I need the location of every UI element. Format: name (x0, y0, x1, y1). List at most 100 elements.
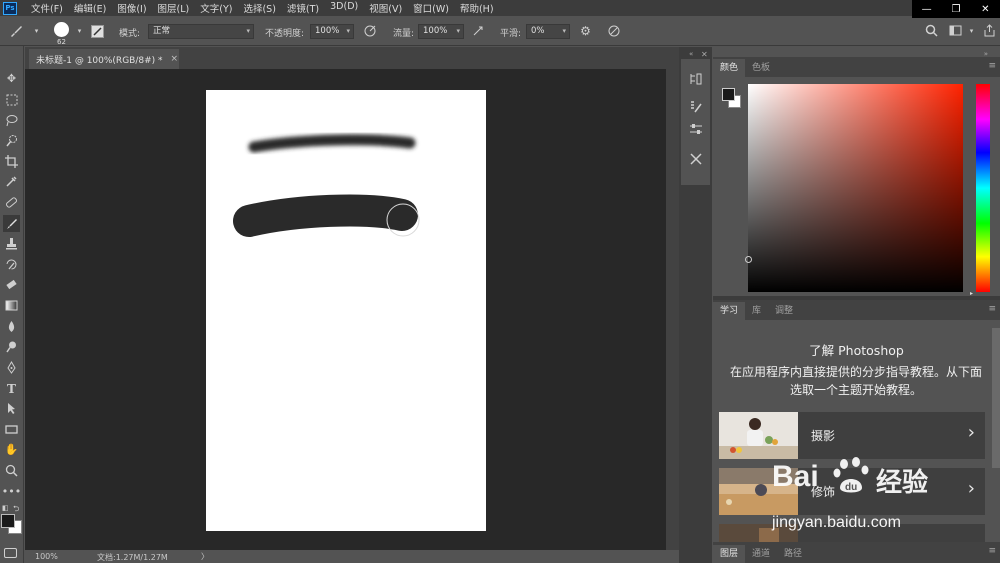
smoothing-field[interactable]: 0% ▾ (526, 24, 570, 39)
canvas-area[interactable] (25, 69, 666, 550)
layers-panel: 图层 通道 路径 ≡ (713, 542, 1000, 563)
minimize-button[interactable]: — (912, 0, 941, 18)
tab-adjustments[interactable]: 调整 (768, 302, 800, 320)
tool-presets-icon[interactable] (688, 151, 704, 167)
quick-mask-icon[interactable] (4, 548, 17, 558)
share-icon[interactable] (982, 24, 997, 39)
chevron-down-icon: ▾ (246, 27, 250, 35)
search-icon[interactable] (924, 24, 939, 39)
history-panel-icon[interactable] (688, 71, 704, 87)
foreground-color-swatch[interactable] (1, 514, 15, 528)
rectangle-tool-icon[interactable] (3, 421, 20, 438)
menu-view[interactable]: 视图(V) (369, 1, 402, 15)
retouch-card-title: 修饰 (811, 485, 836, 499)
restore-button[interactable]: ❐ (941, 0, 970, 18)
tab-color[interactable]: 颜色 (713, 59, 746, 77)
panel-menu-icon[interactable]: ≡ (988, 61, 996, 71)
tab-libraries[interactable]: 库 (745, 302, 768, 320)
document-canvas[interactable] (206, 90, 486, 531)
close-tab-icon[interactable]: × (171, 54, 179, 64)
menu-layer[interactable]: 图层(L) (158, 1, 190, 15)
brush-tool-icon[interactable] (3, 215, 20, 232)
healing-brush-tool-icon[interactable] (3, 194, 20, 211)
menu-select[interactable]: 选择(S) (243, 1, 275, 15)
collapse-icon[interactable]: « (689, 50, 693, 58)
menu-filter[interactable]: 滤镜(T) (287, 1, 319, 15)
menu-file[interactable]: 文件(F) (31, 1, 63, 15)
panel-menu-icon[interactable]: ≡ (988, 304, 996, 314)
adjustments-sliders-icon[interactable] (688, 121, 704, 137)
menu-3d[interactable]: 3D(D) (330, 1, 358, 15)
menu-window[interactable]: 窗口(W) (413, 1, 449, 15)
marquee-tool-icon[interactable] (3, 91, 20, 108)
tab-layers[interactable]: 图层 (713, 545, 746, 563)
document-tab[interactable]: 未标题-1 @ 100%(RGB/8#) * × (29, 49, 179, 69)
pressure-size-icon[interactable] (606, 24, 621, 39)
default-colors-icon[interactable]: ◧ (2, 504, 9, 512)
mode-value: 正常 (153, 26, 171, 36)
learn-panel-scrollbar[interactable] (992, 328, 1000, 468)
tab-channels[interactable]: 通道 (745, 545, 777, 563)
airbrush-icon[interactable] (470, 24, 485, 39)
workspace-icon[interactable] (948, 24, 963, 39)
vertical-scrollbar[interactable] (666, 69, 679, 550)
brush-size-label: 62 (57, 38, 66, 46)
photography-card-title: 摄影 (811, 429, 836, 443)
quick-selection-tool-icon[interactable] (3, 132, 20, 149)
path-selection-tool-icon[interactable] (3, 400, 20, 417)
dodge-tool-icon[interactable] (3, 338, 20, 355)
blur-tool-icon[interactable] (3, 318, 20, 335)
close-icon[interactable]: ✕ (701, 50, 708, 59)
learn-card-photography[interactable]: 摄影 › (719, 412, 985, 459)
zoom-tool-icon[interactable] (3, 462, 20, 479)
learn-card-partial[interactable] (719, 524, 985, 542)
status-menu-arrow[interactable]: 〉 (201, 551, 209, 562)
brush-settings-icon[interactable] (688, 99, 704, 115)
zoom-level[interactable]: 100% (35, 552, 58, 561)
color-panel-tabs: 颜色 色板 ≡ (713, 57, 1000, 77)
mode-select[interactable]: 正常 ▾ (148, 24, 254, 39)
brush-preview[interactable] (54, 22, 69, 37)
type-tool-icon[interactable]: T (3, 380, 20, 397)
more-tools-icon[interactable]: ••• (2, 483, 21, 500)
hue-slider[interactable] (976, 84, 990, 292)
gear-icon[interactable]: ⚙ (578, 24, 593, 39)
learn-card-retouch[interactable]: 修饰 › (719, 468, 985, 515)
hand-tool-icon[interactable]: ✋ (3, 441, 20, 458)
document-tab-bar: 未标题-1 @ 100%(RGB/8#) * × (25, 47, 679, 69)
menu-items: 文件(F) 编辑(E) 图像(I) 图层(L) 文字(Y) 选择(S) 滤镜(T… (31, 1, 505, 15)
tab-swatches[interactable]: 色板 (745, 59, 777, 77)
tool-preset-dropdown-icon[interactable]: ▾ (29, 24, 44, 39)
soft-brush-stroke (248, 134, 416, 153)
brush-tool-icon[interactable] (8, 24, 23, 39)
eraser-tool-icon[interactable] (3, 276, 20, 293)
tab-learn[interactable]: 学习 (713, 302, 746, 320)
move-tool-icon[interactable]: ✥ (3, 70, 20, 87)
panel-menu-icon[interactable]: ≡ (988, 546, 996, 556)
gradient-tool-icon[interactable] (3, 297, 20, 314)
menu-image[interactable]: 图像(I) (117, 1, 146, 15)
clone-stamp-tool-icon[interactable] (3, 235, 20, 252)
history-brush-tool-icon[interactable] (3, 256, 20, 273)
saturation-value-picker[interactable] (745, 84, 963, 292)
eyedropper-tool-icon[interactable] (3, 173, 20, 190)
crop-tool-icon[interactable] (3, 153, 20, 170)
menu-help[interactable]: 帮助(H) (460, 1, 494, 15)
pressure-opacity-icon[interactable] (362, 24, 377, 39)
brush-settings-panel-icon[interactable] (91, 25, 104, 38)
color-picker-cursor[interactable] (745, 256, 752, 263)
pen-tool-icon[interactable] (3, 359, 20, 376)
tools-panel: ✥ T ✋ ••• ◧ ⮌ (0, 46, 24, 563)
brush-picker-dropdown-icon[interactable]: ▾ (72, 24, 87, 39)
foreground-color-swatch[interactable] (722, 88, 735, 101)
menu-type[interactable]: 文字(Y) (200, 1, 232, 15)
tab-paths[interactable]: 路径 (777, 545, 809, 563)
close-button[interactable]: ✕ (971, 0, 1000, 18)
menu-edit[interactable]: 编辑(E) (74, 1, 106, 15)
status-bar: 100% 文档:1.27M/1.27M 〉 (25, 550, 679, 563)
opacity-field[interactable]: 100% ▾ (310, 24, 354, 39)
lasso-tool-icon[interactable] (3, 112, 20, 129)
chevron-down-icon[interactable]: ▾ (964, 24, 979, 39)
smoothing-label: 平滑: (500, 29, 522, 39)
flow-field[interactable]: 100% ▾ (418, 24, 464, 39)
